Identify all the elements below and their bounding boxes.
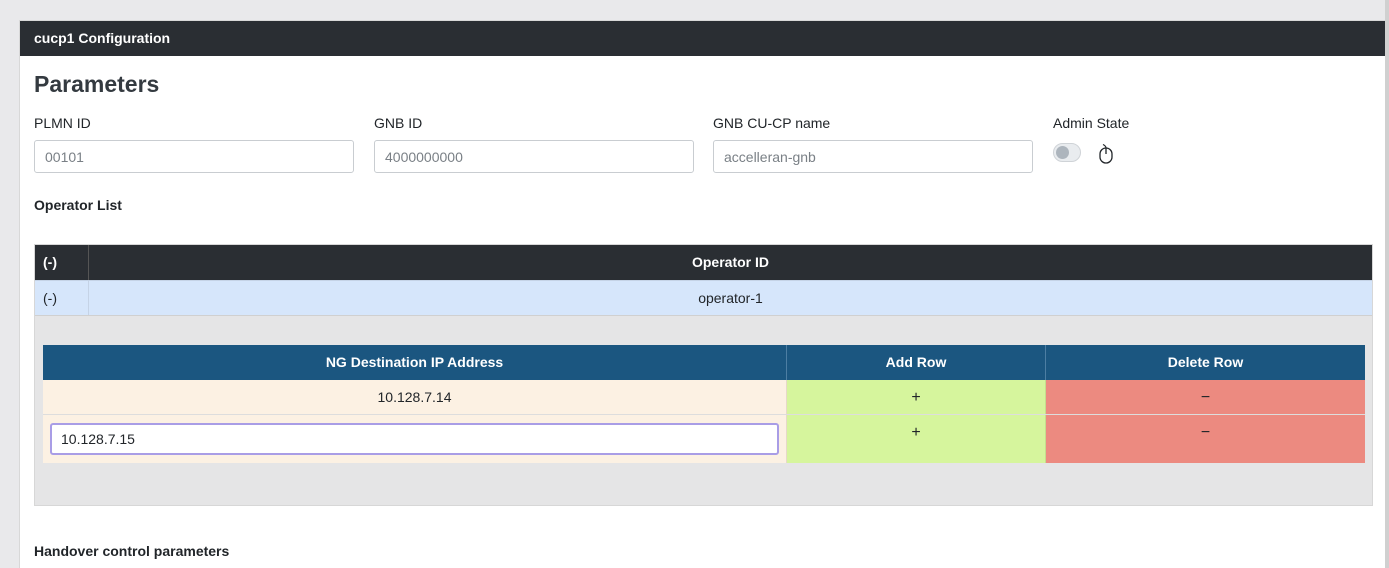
operator-detail-panel: NG Destination IP Address Add Row Delete… [35, 315, 1372, 505]
operator-id-header: Operator ID [691, 254, 769, 270]
toggle-knob [1056, 146, 1069, 159]
admin-state-label: Admin State [1053, 115, 1130, 131]
panel-title: cucp1 Configuration [20, 21, 1386, 56]
ng-destination-table: NG Destination IP Address Add Row Delete… [43, 345, 1365, 463]
add-row-button[interactable]: + [787, 380, 1046, 414]
gnb-cucp-name-input[interactable] [713, 140, 1033, 173]
delete-row-button[interactable]: − [1046, 380, 1365, 414]
add-row-header: Add Row [787, 345, 1046, 380]
mouse-icon [1099, 144, 1113, 164]
delete-row-button[interactable]: − [1046, 415, 1365, 463]
gnb-id-input[interactable] [374, 140, 694, 173]
ng-table-header: NG Destination IP Address Add Row Delete… [43, 345, 1365, 380]
gnb-cucp-name-label: GNB CU-CP name [713, 115, 831, 131]
ng-ip-input[interactable] [50, 423, 779, 455]
ng-ip-header: NG Destination IP Address [43, 345, 787, 380]
operator-table: (-) Operator ID (-) operator-1 NG Destin… [34, 244, 1373, 506]
add-row-button[interactable]: + [787, 415, 1046, 463]
plmn-id-input[interactable] [34, 140, 354, 173]
ng-ip-edit-cell [43, 415, 787, 463]
configuration-panel: cucp1 Configuration Parameters PLMN ID G… [19, 20, 1387, 568]
handover-control-label: Handover control parameters [34, 543, 230, 559]
gnb-id-label: GNB ID [374, 115, 423, 131]
table-row[interactable]: (-) operator-1 [35, 280, 1372, 315]
row-collapse-toggle[interactable]: (-) [35, 281, 89, 315]
parameters-title: Parameters [34, 71, 160, 97]
collapse-all-toggle[interactable]: (-) [35, 245, 89, 280]
operator-list-label: Operator List [34, 197, 122, 213]
operator-id-cell: operator-1 [698, 290, 763, 306]
admin-state-toggle[interactable] [1053, 143, 1081, 162]
operator-table-header: (-) Operator ID [35, 245, 1372, 280]
page-scrollbar[interactable] [1385, 0, 1389, 568]
delete-row-header: Delete Row [1167, 354, 1244, 370]
table-row: 10.128.7.14 + − [43, 380, 1365, 415]
plmn-id-label: PLMN ID [34, 115, 91, 131]
ng-ip-cell[interactable]: 10.128.7.14 [43, 380, 787, 414]
table-row-editing: + − [43, 415, 1365, 463]
